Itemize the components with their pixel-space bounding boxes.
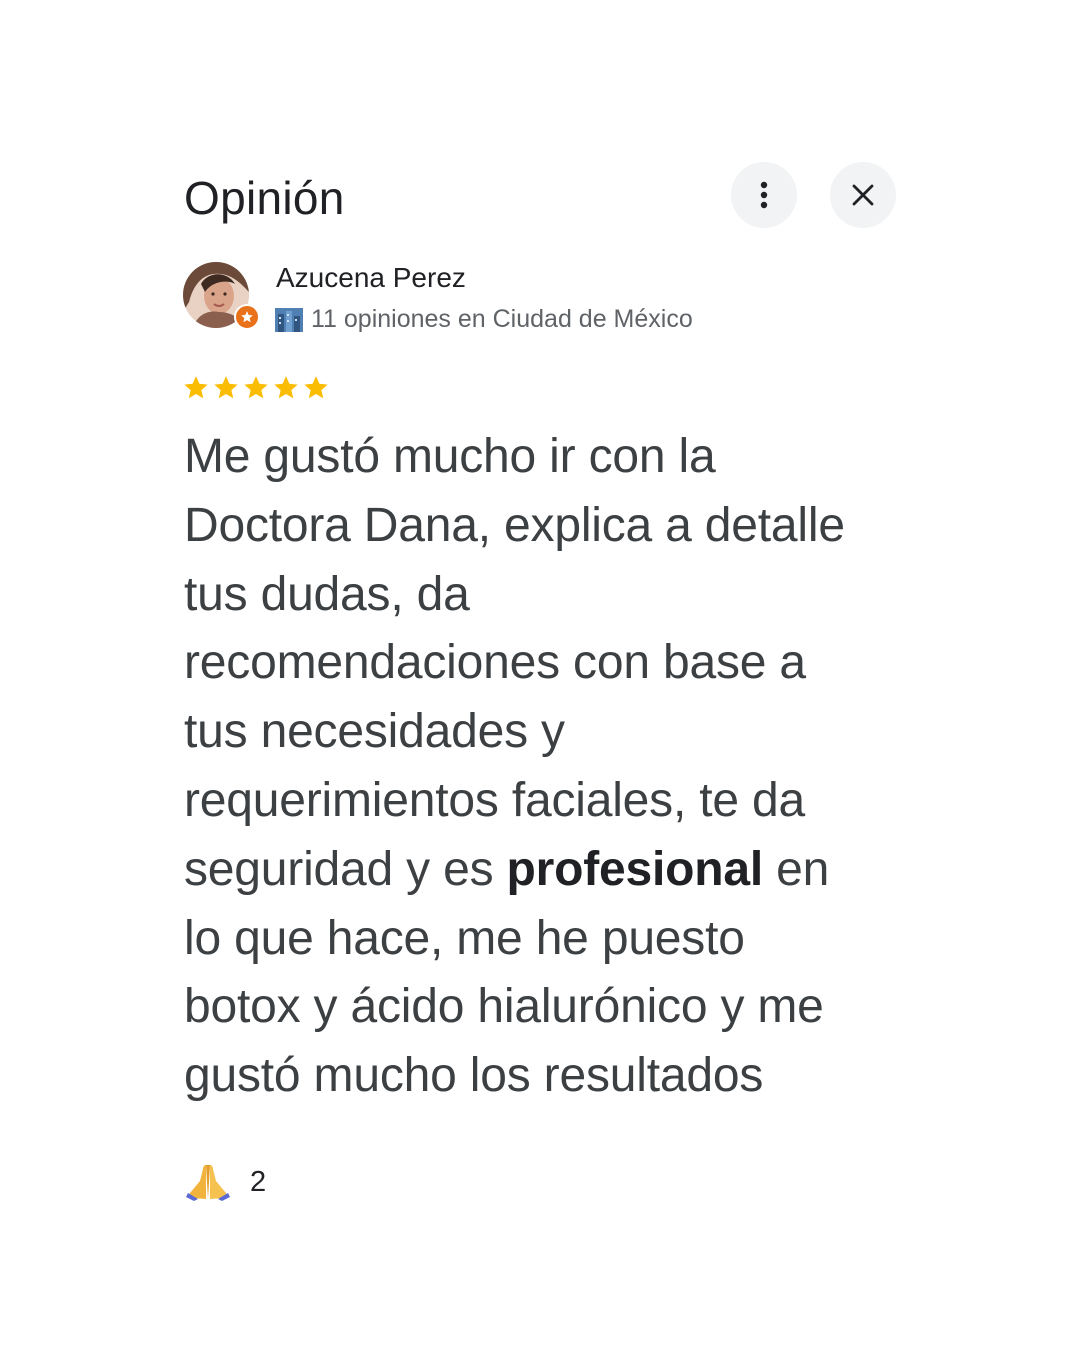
city-icon — [275, 308, 303, 332]
star-icon — [184, 376, 208, 399]
review-line: recomendaciones con base a — [184, 636, 806, 690]
star-icon — [304, 376, 328, 399]
author-meta: 11 opiniones en Ciudad de México — [275, 304, 693, 334]
review-fragment: en — [763, 842, 830, 896]
page-title: Opinión — [184, 172, 345, 224]
review-line: botox y ácido hialurónico y me — [184, 980, 824, 1034]
review-line: seguridad y es profesional en — [184, 836, 914, 905]
review-fragment: seguridad y es — [184, 842, 507, 896]
more-options-button[interactable] — [731, 162, 797, 228]
review-line: gustó mucho los resultados — [184, 1049, 764, 1103]
local-guide-star-icon — [234, 304, 260, 330]
reaction-button[interactable]: 2 — [186, 1162, 266, 1202]
close-button[interactable] — [830, 162, 896, 228]
review-line: lo que hace, me he puesto — [184, 911, 745, 965]
review-line: tus necesidades y — [184, 705, 565, 759]
review-line: tus dudas, da — [184, 567, 470, 621]
review-line: requerimientos faciales, te da — [184, 773, 806, 827]
review-line: Doctora Dana, explica a detalle — [184, 498, 845, 552]
star-icon — [214, 376, 238, 399]
author-review-count: 11 opiniones en Ciudad de México — [311, 305, 693, 333]
review-highlight: profesional — [506, 842, 764, 896]
review-line: Me gustó mucho ir con la — [184, 430, 716, 483]
star-icon — [274, 376, 298, 399]
reaction-count: 2 — [250, 1166, 267, 1198]
star-rating — [182, 374, 330, 402]
close-icon — [852, 184, 874, 206]
author-name[interactable]: Azucena Perez — [276, 262, 466, 294]
star-icon — [244, 376, 268, 399]
more-vert-icon — [760, 181, 768, 209]
review-text: Me gustó mucho ir con la Doctora Dana, e… — [184, 423, 914, 1111]
folded-hands-icon — [186, 1165, 230, 1201]
